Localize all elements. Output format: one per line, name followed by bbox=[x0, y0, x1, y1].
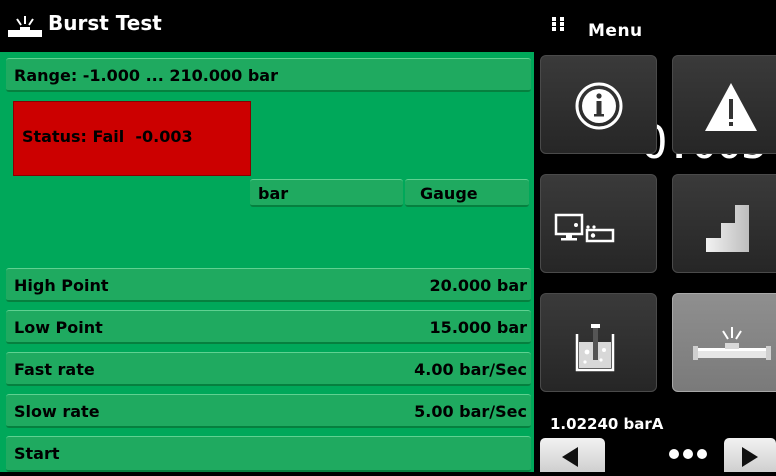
row-label: High Point bbox=[14, 276, 109, 295]
step-program-icon bbox=[706, 205, 749, 252]
unit-selector[interactable]: bar bbox=[250, 179, 403, 207]
start-button[interactable]: Start bbox=[6, 436, 531, 472]
burst-test-button[interactable] bbox=[672, 293, 776, 392]
right-arrow-icon bbox=[742, 447, 758, 467]
burst-test-icon bbox=[693, 327, 771, 360]
leak-test-button[interactable] bbox=[540, 293, 657, 392]
row-label: Start bbox=[14, 444, 60, 463]
row-label: Slow rate bbox=[14, 402, 100, 421]
page-title: Burst Test bbox=[48, 11, 162, 35]
remote-button[interactable] bbox=[540, 174, 657, 273]
row-label: Fast rate bbox=[14, 360, 95, 379]
status-label: Status: Fail bbox=[22, 127, 125, 146]
range-bar[interactable]: Range: -1.000 ... 210.000 bar bbox=[6, 58, 531, 92]
row-value: 15.000 bar bbox=[429, 318, 527, 337]
info-icon bbox=[575, 82, 623, 130]
left-arrow-icon bbox=[562, 447, 578, 467]
row-value: 4.00 bar/Sec bbox=[414, 360, 527, 379]
range-label: Range: -1.000 ... 210.000 bar bbox=[14, 66, 278, 85]
page-dots-icon bbox=[669, 449, 707, 459]
high-point-row[interactable]: High Point 20.000 bar bbox=[6, 268, 531, 302]
row-value: 20.000 bar bbox=[429, 276, 527, 295]
info-button[interactable] bbox=[540, 55, 657, 154]
warning-icon bbox=[705, 83, 757, 131]
menu-header bbox=[534, 0, 776, 52]
low-point-row[interactable]: Low Point 15.000 bar bbox=[6, 310, 531, 344]
barometer-reading: 1.02240 barA bbox=[550, 415, 664, 433]
leak-test-icon bbox=[575, 324, 615, 372]
next-page-button[interactable] bbox=[724, 438, 776, 472]
row-value: 5.00 bar/Sec bbox=[414, 402, 527, 421]
mode-label: Gauge bbox=[420, 184, 478, 203]
warning-button[interactable] bbox=[672, 55, 776, 154]
grid-dots-icon[interactable] bbox=[552, 17, 566, 31]
mode-selector[interactable]: Gauge bbox=[405, 179, 529, 207]
slow-rate-row[interactable]: Slow rate 5.00 bar/Sec bbox=[6, 394, 531, 428]
menu-label[interactable]: Menu bbox=[588, 21, 643, 41]
step-program-button[interactable] bbox=[672, 174, 776, 273]
remote-connection-icon bbox=[554, 213, 615, 243]
burst-test-icon bbox=[8, 16, 42, 37]
prev-page-button[interactable] bbox=[540, 438, 605, 472]
unit-label: bar bbox=[258, 184, 289, 203]
row-label: Low Point bbox=[14, 318, 103, 337]
fast-rate-row[interactable]: Fast rate 4.00 bar/Sec bbox=[6, 352, 531, 386]
status-value: -0.003 bbox=[135, 127, 193, 146]
status-badge: Status: Fail -0.003 bbox=[13, 101, 251, 176]
status-text: Status: Fail -0.003 bbox=[22, 127, 193, 146]
